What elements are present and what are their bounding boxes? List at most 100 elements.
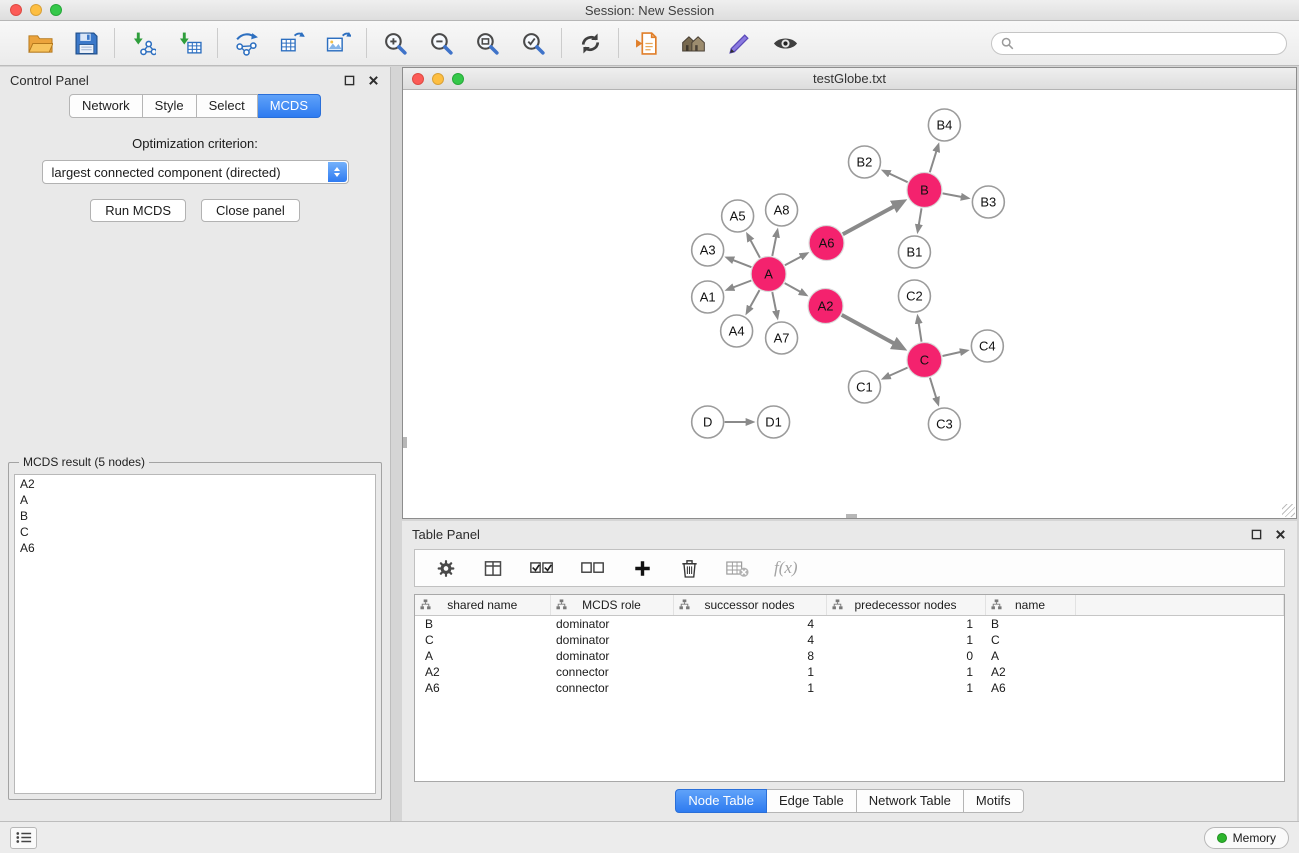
edge-A-A4[interactable] bbox=[750, 290, 760, 307]
folder-open-icon[interactable] bbox=[25, 28, 55, 58]
import-table-icon[interactable] bbox=[174, 28, 204, 58]
edge-C-C3[interactable] bbox=[930, 378, 936, 399]
node-C[interactable]: C bbox=[907, 343, 942, 378]
node-A8[interactable]: A8 bbox=[766, 194, 798, 226]
column-header-MCDS-role[interactable]: MCDS role bbox=[550, 595, 673, 615]
mcds-result-list[interactable]: A2ABCA6 bbox=[14, 474, 376, 794]
node-A5[interactable]: A5 bbox=[722, 200, 754, 232]
node-A2[interactable]: A2 bbox=[808, 289, 843, 324]
zoom-window-button[interactable] bbox=[50, 4, 62, 16]
node-B4[interactable]: B4 bbox=[928, 109, 960, 141]
edge-A-A8[interactable] bbox=[772, 237, 776, 256]
column-header-successor-nodes[interactable]: successor nodes bbox=[673, 595, 826, 615]
columns-icon[interactable] bbox=[482, 556, 504, 580]
vertical-scroll-indicator[interactable] bbox=[403, 437, 407, 448]
zoom-out-icon[interactable] bbox=[426, 28, 456, 58]
node-A7[interactable]: A7 bbox=[766, 322, 798, 354]
select-all-icon[interactable] bbox=[529, 556, 555, 580]
result-item[interactable]: A6 bbox=[15, 540, 375, 556]
float-panel-icon[interactable] bbox=[343, 74, 356, 87]
node-C2[interactable]: C2 bbox=[898, 280, 930, 312]
edge-B-B3[interactable] bbox=[943, 193, 962, 197]
tab-network-table[interactable]: Network Table bbox=[857, 789, 964, 813]
export-network-icon[interactable] bbox=[231, 28, 261, 58]
export-image-icon[interactable] bbox=[323, 28, 353, 58]
column-header-predecessor-nodes[interactable]: predecessor nodes bbox=[826, 595, 985, 615]
tab-select[interactable]: Select bbox=[197, 94, 258, 118]
zoom-selected-icon[interactable] bbox=[518, 28, 548, 58]
resize-grip[interactable] bbox=[1282, 504, 1295, 517]
edge-C-C4[interactable] bbox=[942, 352, 960, 356]
edge-A-A5[interactable] bbox=[750, 240, 760, 258]
result-item[interactable]: A2 bbox=[15, 476, 375, 492]
network-graph[interactable]: B4B2BB3A5A8A6A3AB1A1A2C2A4A7C4CC1DD1C3 bbox=[403, 90, 1296, 518]
memory-button[interactable]: Memory bbox=[1204, 827, 1289, 849]
criterion-dropdown[interactable]: largest connected component (directed) bbox=[42, 160, 349, 184]
edge-A2-C[interactable] bbox=[842, 315, 894, 344]
horizontal-scroll-indicator[interactable] bbox=[846, 514, 857, 518]
float-table-panel-icon[interactable] bbox=[1250, 528, 1263, 541]
brush-icon[interactable] bbox=[724, 28, 754, 58]
network-canvas[interactable]: B4B2BB3A5A8A6A3AB1A1A2C2A4A7C4CC1DD1C3 bbox=[403, 90, 1296, 518]
document-icon[interactable] bbox=[632, 28, 662, 58]
edge-A-A3[interactable] bbox=[733, 260, 752, 267]
edge-B-B1[interactable] bbox=[919, 208, 922, 225]
refresh-icon[interactable] bbox=[575, 28, 605, 58]
home-icon[interactable] bbox=[678, 28, 708, 58]
table-row[interactable]: A6connector11A6 bbox=[415, 680, 1284, 696]
gear-icon[interactable] bbox=[435, 556, 457, 580]
network-minimize-button[interactable] bbox=[432, 73, 444, 85]
search-box[interactable] bbox=[991, 32, 1287, 55]
table-row[interactable]: Adominator80A bbox=[415, 648, 1284, 664]
minimize-window-button[interactable] bbox=[30, 4, 42, 16]
deselect-all-icon[interactable] bbox=[580, 556, 606, 580]
tab-style[interactable]: Style bbox=[143, 94, 197, 118]
add-icon[interactable] bbox=[631, 556, 653, 580]
edge-A-A7[interactable] bbox=[772, 292, 776, 311]
column-header-name[interactable]: name bbox=[985, 595, 1075, 615]
function-builder-icon[interactable]: f(x) bbox=[774, 556, 798, 580]
result-item[interactable]: C bbox=[15, 524, 375, 540]
node-A1[interactable]: A1 bbox=[692, 281, 724, 313]
tab-node-table[interactable]: Node Table bbox=[675, 789, 767, 813]
zoom-in-icon[interactable] bbox=[380, 28, 410, 58]
network-close-button[interactable] bbox=[412, 73, 424, 85]
close-window-button[interactable] bbox=[10, 4, 22, 16]
node-D[interactable]: D bbox=[692, 406, 724, 438]
edge-B-B4[interactable] bbox=[930, 151, 937, 173]
result-item[interactable]: A bbox=[15, 492, 375, 508]
node-B1[interactable]: B1 bbox=[898, 236, 930, 268]
edge-A-A6[interactable] bbox=[785, 256, 802, 265]
node-B2[interactable]: B2 bbox=[849, 146, 881, 178]
column-header-shared-name[interactable]: shared name bbox=[415, 595, 550, 615]
table-row[interactable]: A2connector11A2 bbox=[415, 664, 1284, 680]
edge-C-C2[interactable] bbox=[919, 323, 922, 342]
edge-A6-B[interactable] bbox=[843, 206, 894, 234]
node-A[interactable]: A bbox=[751, 257, 786, 292]
import-network-icon[interactable] bbox=[128, 28, 158, 58]
delete-table-icon[interactable] bbox=[725, 556, 749, 580]
tab-mcds[interactable]: MCDS bbox=[258, 94, 321, 118]
node-A3[interactable]: A3 bbox=[692, 234, 724, 266]
close-panel-button[interactable]: Close panel bbox=[201, 199, 300, 222]
node-D1[interactable]: D1 bbox=[758, 406, 790, 438]
node-A6[interactable]: A6 bbox=[809, 226, 844, 261]
search-input[interactable] bbox=[1019, 36, 1277, 50]
node-B[interactable]: B bbox=[907, 173, 942, 208]
eye-icon[interactable] bbox=[770, 28, 800, 58]
edge-A-A2[interactable] bbox=[785, 283, 801, 292]
network-zoom-button[interactable] bbox=[452, 73, 464, 85]
result-item[interactable]: B bbox=[15, 508, 375, 524]
table-row[interactable]: Cdominator41C bbox=[415, 632, 1284, 648]
node-C3[interactable]: C3 bbox=[928, 408, 960, 440]
trash-icon[interactable] bbox=[678, 556, 700, 580]
table-row[interactable]: Bdominator41B bbox=[415, 615, 1284, 632]
node-B3[interactable]: B3 bbox=[972, 186, 1004, 218]
export-table-icon[interactable] bbox=[277, 28, 307, 58]
node-C1[interactable]: C1 bbox=[849, 371, 881, 403]
node-A4[interactable]: A4 bbox=[721, 315, 753, 347]
tab-edge-table[interactable]: Edge Table bbox=[767, 789, 857, 813]
zoom-fit-icon[interactable] bbox=[472, 28, 502, 58]
tab-network[interactable]: Network bbox=[69, 94, 143, 118]
run-mcds-button[interactable]: Run MCDS bbox=[90, 199, 186, 222]
